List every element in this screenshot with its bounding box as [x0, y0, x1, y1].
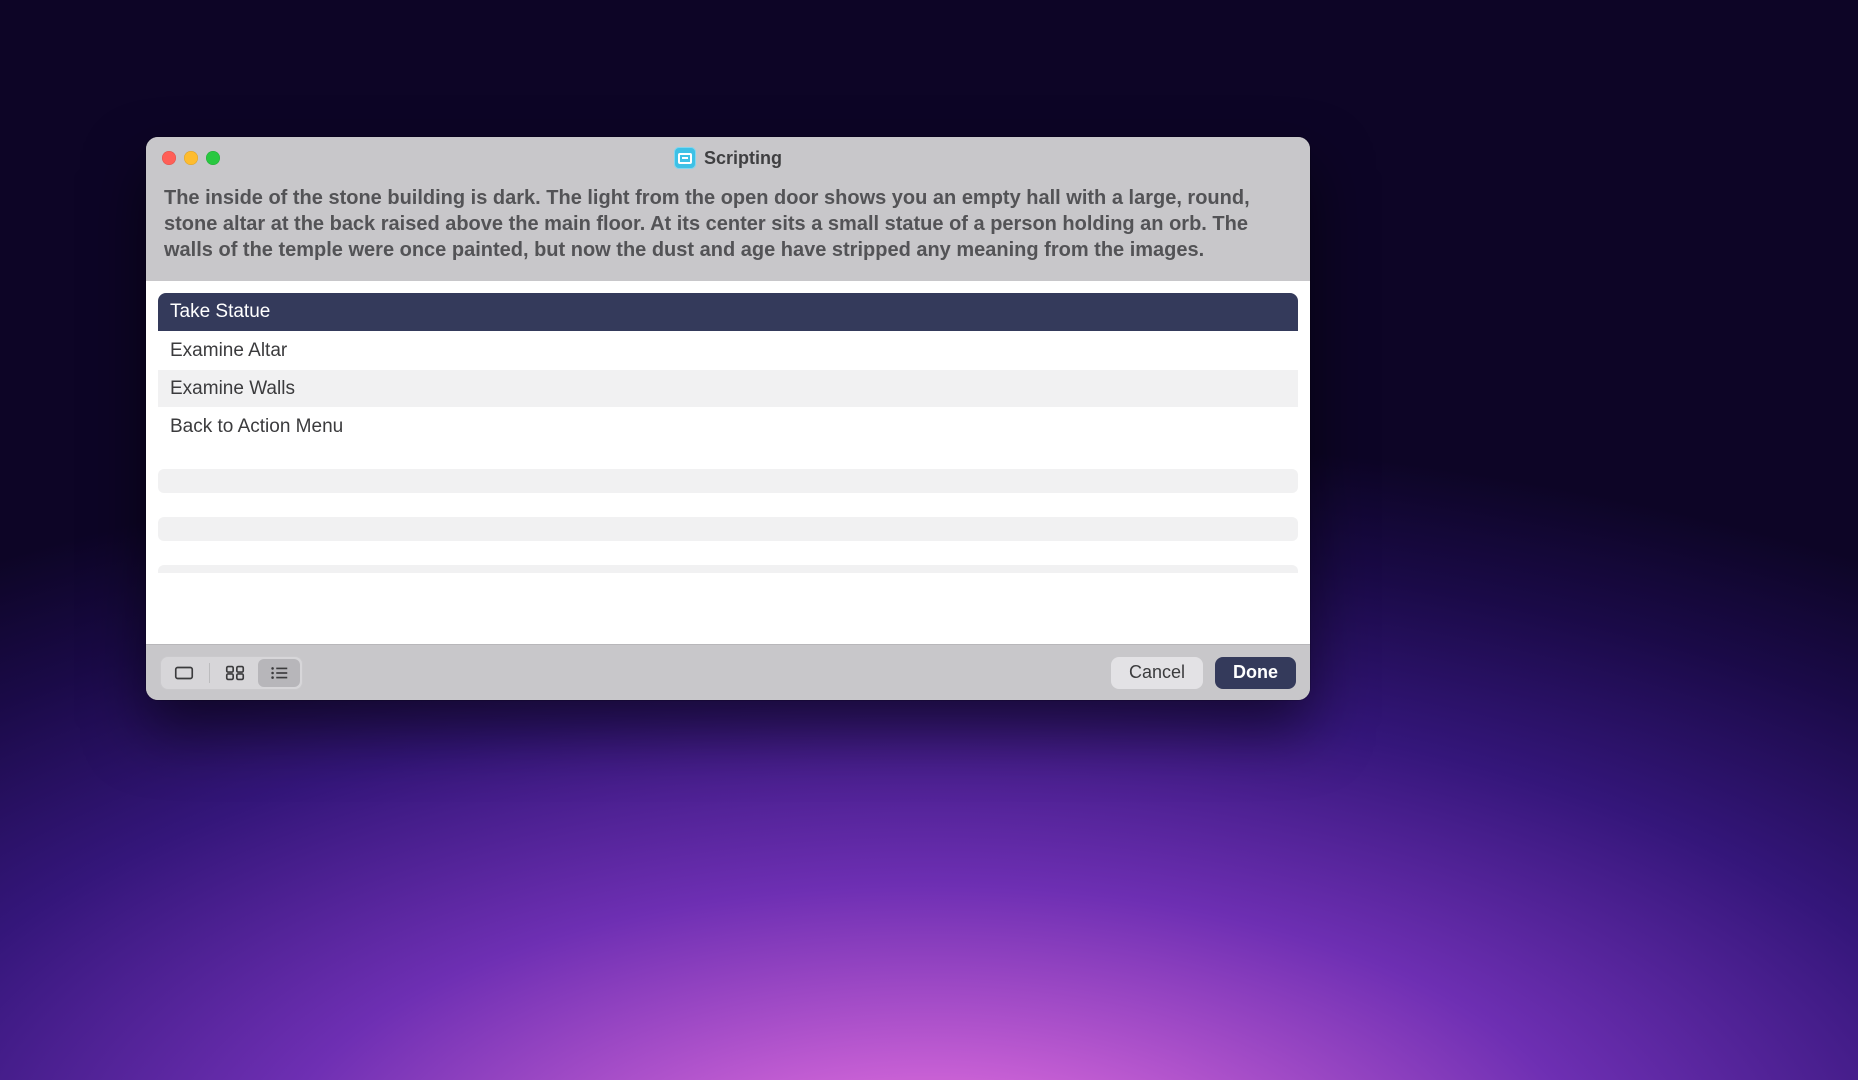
- window-title: Scripting: [704, 148, 782, 169]
- view-single-button[interactable]: [163, 659, 205, 687]
- options-group: Take Statue Examine Altar Examine Walls …: [158, 293, 1298, 445]
- footer-actions: Cancel Done: [1111, 657, 1296, 689]
- option-examine-walls[interactable]: Examine Walls: [158, 369, 1298, 407]
- option-take-statue[interactable]: Take Statue: [158, 293, 1298, 331]
- option-examine-altar[interactable]: Examine Altar: [158, 331, 1298, 369]
- view-mode-segmented: [160, 656, 303, 690]
- close-icon[interactable]: [162, 151, 176, 165]
- empty-group: [158, 517, 1298, 541]
- minimize-icon[interactable]: [184, 151, 198, 165]
- empty-group: [158, 565, 1298, 573]
- done-button[interactable]: Done: [1215, 657, 1296, 689]
- options-body: Take Statue Examine Altar Examine Walls …: [146, 281, 1310, 644]
- empty-group: [158, 469, 1298, 493]
- traffic-lights: [162, 151, 220, 165]
- view-grid-button[interactable]: [214, 659, 256, 687]
- rectangle-icon: [173, 664, 195, 682]
- maximize-icon[interactable]: [206, 151, 220, 165]
- option-label: Examine Walls: [170, 378, 295, 400]
- option-back[interactable]: Back to Action Menu: [158, 407, 1298, 445]
- option-label: Take Statue: [170, 301, 270, 323]
- dialog-window: Scripting The inside of the stone buildi…: [146, 137, 1310, 700]
- list-icon: [268, 664, 290, 682]
- option-label: Examine Altar: [170, 340, 287, 362]
- title-center: Scripting: [160, 147, 1296, 169]
- segmented-divider: [209, 663, 210, 683]
- footer: Cancel Done: [146, 644, 1310, 700]
- view-list-button[interactable]: [258, 659, 300, 687]
- app-icon: [674, 147, 696, 169]
- grid-icon: [224, 664, 246, 682]
- option-label: Back to Action Menu: [170, 416, 343, 438]
- cancel-button[interactable]: Cancel: [1111, 657, 1203, 689]
- titlebar: Scripting: [146, 137, 1310, 175]
- narrative-text: The inside of the stone building is dark…: [146, 175, 1310, 281]
